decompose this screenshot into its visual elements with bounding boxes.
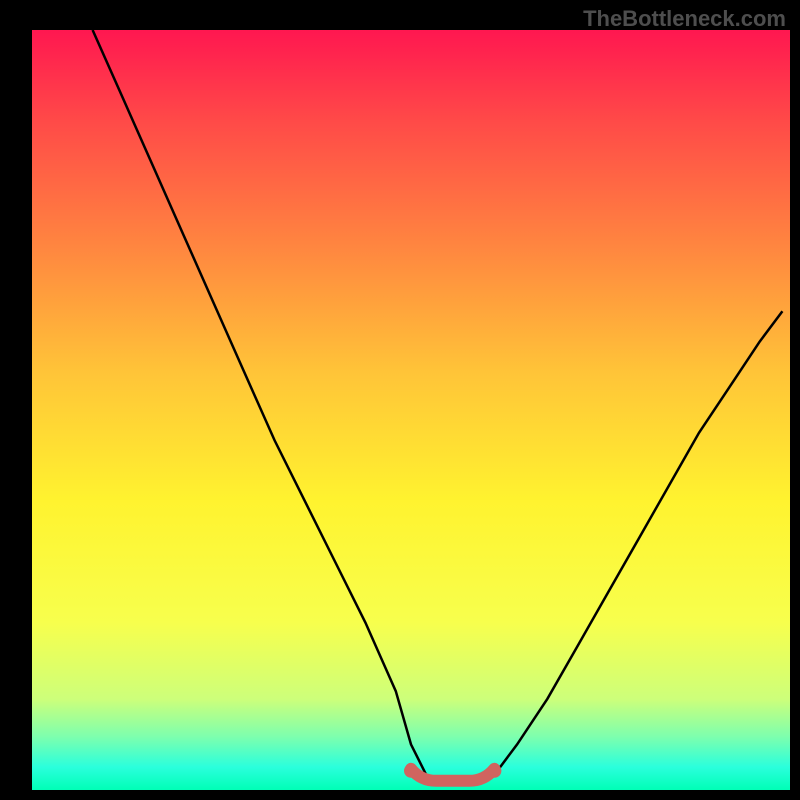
optimal-region-endpoint [487, 764, 501, 778]
bottleneck-chart [0, 0, 800, 800]
frame-border [0, 790, 800, 800]
optimal-region-endpoint [404, 764, 418, 778]
frame-border [790, 0, 800, 800]
watermark-text: TheBottleneck.com [583, 6, 786, 32]
chart-frame: TheBottleneck.com [0, 0, 800, 800]
frame-border [0, 0, 32, 800]
chart-background [32, 30, 790, 790]
